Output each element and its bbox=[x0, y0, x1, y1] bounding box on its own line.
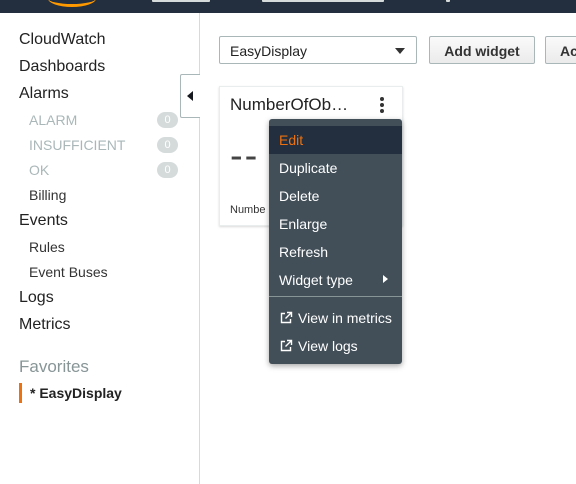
chevron-down-icon bbox=[395, 48, 405, 54]
sidebar-item-alarms[interactable]: Alarms bbox=[19, 85, 69, 103]
caret-left-icon bbox=[187, 91, 193, 101]
menu-item-view-logs-label: View logs bbox=[298, 338, 358, 354]
actions-button-partial[interactable]: Ac bbox=[545, 36, 576, 64]
sidebar-item-alarm-state[interactable]: ALARM bbox=[29, 112, 77, 128]
aws-logo-icon[interactable] bbox=[48, 0, 96, 7]
menu-item-view-in-metrics-label: View in metrics bbox=[298, 310, 392, 326]
favorite-star-marker: * bbox=[30, 385, 36, 401]
sidebar-item-insufficient-state[interactable]: INSUFFICIENT bbox=[29, 137, 125, 153]
topbar-icon-cropped[interactable] bbox=[446, 0, 450, 2]
menu-item-delete[interactable]: Delete bbox=[269, 182, 402, 210]
menu-item-widget-type-label: Widget type bbox=[279, 272, 353, 288]
menu-item-refresh[interactable]: Refresh bbox=[269, 238, 402, 266]
alarm-count-badge: 0 bbox=[157, 112, 178, 128]
sidebar-item-cloudwatch[interactable]: CloudWatch bbox=[19, 31, 106, 49]
widget-metric-label: Numbe bbox=[230, 204, 266, 216]
top-navigation-bar bbox=[0, 0, 576, 13]
favorites-heading: Favorites bbox=[19, 357, 89, 376]
menu-item-edit[interactable]: Edit bbox=[269, 126, 402, 154]
widget-actions-kebab-icon[interactable] bbox=[375, 96, 389, 114]
sidebar-item-ok-state[interactable]: OK bbox=[29, 162, 49, 178]
favorite-item-easydisplay[interactable]: * EasyDisplay bbox=[19, 383, 122, 403]
sidebar-item-dashboards[interactable]: Dashboards bbox=[19, 58, 105, 76]
widget-title: NumberOfOb… bbox=[230, 95, 349, 114]
menu-divider bbox=[269, 296, 402, 297]
favorite-item-label: EasyDisplay bbox=[39, 385, 122, 401]
dashboard-select-value: EasyDisplay bbox=[230, 43, 308, 59]
dashboard-select[interactable]: EasyDisplay bbox=[219, 36, 417, 64]
sidebar-item-rules[interactable]: Rules bbox=[29, 239, 65, 255]
widget-value: -- bbox=[230, 135, 260, 177]
ok-count-badge: 0 bbox=[157, 162, 178, 178]
widget-context-menu: Edit Duplicate Delete Enlarge Refresh Wi… bbox=[269, 119, 402, 364]
external-link-icon bbox=[280, 311, 293, 324]
collapse-sidebar-button[interactable] bbox=[180, 74, 200, 118]
add-widget-button[interactable]: Add widget bbox=[429, 36, 535, 64]
sidebar: CloudWatch Dashboards Alarms ALARM 0 INS… bbox=[0, 13, 200, 484]
menu-item-duplicate[interactable]: Duplicate bbox=[269, 154, 402, 182]
menu-item-view-in-metrics[interactable]: View in metrics bbox=[269, 304, 402, 332]
submenu-arrow-icon bbox=[383, 275, 388, 283]
external-link-icon bbox=[280, 339, 293, 352]
sidebar-item-logs[interactable]: Logs bbox=[19, 289, 54, 307]
sidebar-item-metrics[interactable]: Metrics bbox=[19, 316, 71, 334]
menu-item-enlarge[interactable]: Enlarge bbox=[269, 210, 402, 238]
insufficient-count-badge: 0 bbox=[157, 137, 178, 153]
menu-item-widget-type[interactable]: Widget type bbox=[269, 266, 402, 294]
menu-item-view-logs[interactable]: View logs bbox=[269, 332, 402, 360]
services-menu-cropped[interactable] bbox=[152, 0, 210, 2]
sidebar-item-event-buses[interactable]: Event Buses bbox=[29, 264, 108, 280]
sidebar-item-billing[interactable]: Billing bbox=[29, 187, 66, 203]
resource-groups-menu-cropped[interactable] bbox=[262, 0, 384, 2]
sidebar-item-events[interactable]: Events bbox=[19, 212, 68, 230]
